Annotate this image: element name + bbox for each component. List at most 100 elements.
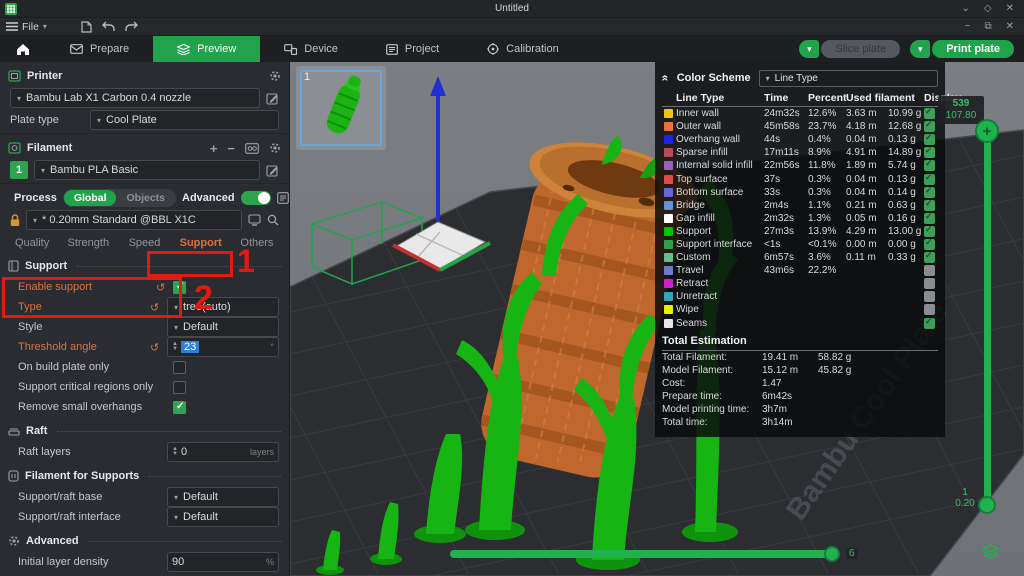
build-plate-only-checkbox[interactable] [173, 361, 186, 374]
filament-sync-icon[interactable] [245, 143, 259, 154]
printer-preset-select[interactable]: ▾ Bambu Lab X1 Carbon 0.4 nozzle [10, 88, 260, 108]
remove-filament-button[interactable]: − [227, 141, 235, 156]
export-preset-icon[interactable] [248, 214, 261, 226]
filament-slot-badge[interactable]: 1 [10, 161, 28, 179]
edit-printer-icon[interactable] [266, 92, 279, 105]
display-checkbox[interactable] [924, 121, 935, 132]
line-color-swatch [664, 188, 673, 197]
advanced-toggle[interactable] [241, 191, 271, 205]
search-icon[interactable] [267, 214, 279, 226]
display-checkbox[interactable] [924, 108, 935, 119]
line-type-name: Travel [676, 265, 764, 276]
chevron-down-icon: ▾ [97, 116, 101, 125]
preset-list-icon[interactable] [277, 192, 289, 204]
support-raft-base-select[interactable]: ▾ Default [167, 487, 279, 507]
line-type-time: 33s [764, 187, 808, 198]
reset-icon[interactable]: ↺ [150, 341, 162, 354]
slice-options-button[interactable]: ▾ [799, 40, 819, 58]
process-tab-support[interactable]: Support [173, 237, 229, 249]
critical-regions-label: Support critical regions only [18, 381, 168, 393]
critical-regions-checkbox[interactable] [173, 381, 186, 394]
line-type-time: 17m11s [764, 147, 808, 158]
spinner-arrows-icon[interactable]: ▲▼ [172, 342, 178, 352]
process-tab-speed[interactable]: Speed [116, 237, 172, 249]
print-plate-button[interactable]: Print plate [932, 40, 1014, 58]
support-raft-interface-select[interactable]: ▾ Default [167, 507, 279, 527]
add-filament-button[interactable]: + [210, 141, 218, 156]
display-checkbox[interactable] [924, 318, 935, 329]
layers-icon[interactable] [982, 544, 999, 559]
build-plate-only-label: On build plate only [18, 361, 168, 373]
process-tab-strength[interactable]: Strength [60, 237, 116, 249]
total-row-value2: 45.82 g [818, 365, 938, 376]
filament-preset-select[interactable]: ▾ Bambu PLA Basic [34, 160, 260, 180]
tab-calibration[interactable]: Calibration [463, 36, 583, 62]
tab-device[interactable]: Device [260, 36, 362, 62]
tab-prepare[interactable]: Prepare [46, 36, 153, 62]
line-type-time: 2m4s [764, 200, 808, 211]
display-checkbox[interactable] [924, 174, 935, 185]
support-style-select[interactable]: ▾ Default [167, 317, 279, 337]
tab-preview[interactable]: Preview [153, 36, 260, 62]
display-checkbox[interactable] [924, 160, 935, 171]
view-mode-select[interactable]: ▾ Line Type [759, 70, 938, 87]
printer-settings-gear-icon[interactable] [269, 70, 281, 82]
display-checkbox[interactable] [924, 187, 935, 198]
chevron-down-icon: ▾ [174, 323, 178, 332]
undo-button[interactable] [102, 21, 115, 32]
filament-settings-gear-icon[interactable] [269, 142, 281, 154]
line-color-swatch [664, 292, 673, 301]
process-section-header: Process Global Objects Advanced [0, 187, 289, 209]
display-checkbox[interactable] [924, 252, 935, 263]
display-checkbox[interactable] [924, 200, 935, 211]
display-checkbox[interactable] [924, 278, 935, 289]
moves-slider-track[interactable] [450, 550, 838, 558]
display-checkbox[interactable] [924, 226, 935, 237]
scope-global-button[interactable]: Global [64, 190, 117, 206]
display-checkbox[interactable] [924, 239, 935, 250]
chevron-down-icon: ▾ [41, 166, 45, 175]
line-type-row: Inner wall 24m32s 12.6% 3.63 m 10.99 g [662, 107, 938, 120]
display-checkbox[interactable] [924, 265, 935, 276]
tab-home[interactable] [0, 36, 46, 62]
doc-restore-button[interactable]: ⧉ [984, 21, 991, 32]
display-checkbox[interactable] [924, 213, 935, 224]
layer-slider-bottom-handle[interactable] [978, 496, 996, 514]
print-options-button[interactable]: ▾ [910, 40, 930, 58]
line-type-name: Top surface [676, 174, 764, 185]
layer-slider-track[interactable] [984, 128, 991, 506]
collapse-panel-icon[interactable]: « [658, 75, 672, 82]
spinner-arrows-icon[interactable]: ▲▼ [172, 447, 178, 457]
display-checkbox[interactable] [924, 147, 935, 158]
threshold-angle-input[interactable]: ▲▼ 23 ° [167, 337, 279, 357]
process-preset-select[interactable]: ▾ * 0.20mm Standard @BBL X1C [26, 210, 242, 230]
raft-layers-input[interactable]: ▲▼ 0 layers [167, 442, 279, 462]
line-type-row: Outer wall 45m58s 23.7% 4.18 m 12.68 g [662, 120, 938, 133]
process-tab-quality[interactable]: Quality [4, 237, 60, 249]
layer-slider-top-handle[interactable]: + [975, 119, 999, 143]
line-type-percent: <0.1% [808, 239, 846, 250]
doc-close-button[interactable]: ✕ [1006, 21, 1014, 32]
scope-objects-button[interactable]: Objects [116, 190, 175, 206]
line-type-name: Outer wall [676, 121, 764, 132]
edit-filament-icon[interactable] [266, 164, 279, 177]
initial-layer-density-input[interactable]: 90 % [167, 552, 279, 572]
line-type-used-g: 0.13 g [888, 174, 924, 185]
line-type-percent: 3.6% [808, 252, 846, 263]
plate-thumbnail[interactable]: 1 [296, 66, 386, 150]
slice-plate-button[interactable]: Slice plate [821, 40, 900, 58]
plate-type-select[interactable]: ▾ Cool Plate [90, 110, 279, 130]
redo-button[interactable] [125, 21, 138, 32]
display-checkbox[interactable] [924, 134, 935, 145]
line-type-used-g: 0.00 g [888, 239, 924, 250]
remove-overhangs-checkbox[interactable] [173, 401, 186, 414]
display-checkbox[interactable] [924, 291, 935, 302]
plate-type-label: Plate type [10, 114, 84, 126]
file-menu[interactable]: File ▾ [6, 21, 47, 33]
doc-minimize-button[interactable]: − [965, 21, 971, 32]
tab-project[interactable]: Project [362, 36, 463, 62]
support-type-select[interactable]: ▾ tree(auto) [167, 297, 279, 317]
moves-slider-handle[interactable] [824, 546, 840, 562]
display-checkbox[interactable] [924, 304, 935, 315]
new-project-button[interactable] [81, 21, 92, 33]
